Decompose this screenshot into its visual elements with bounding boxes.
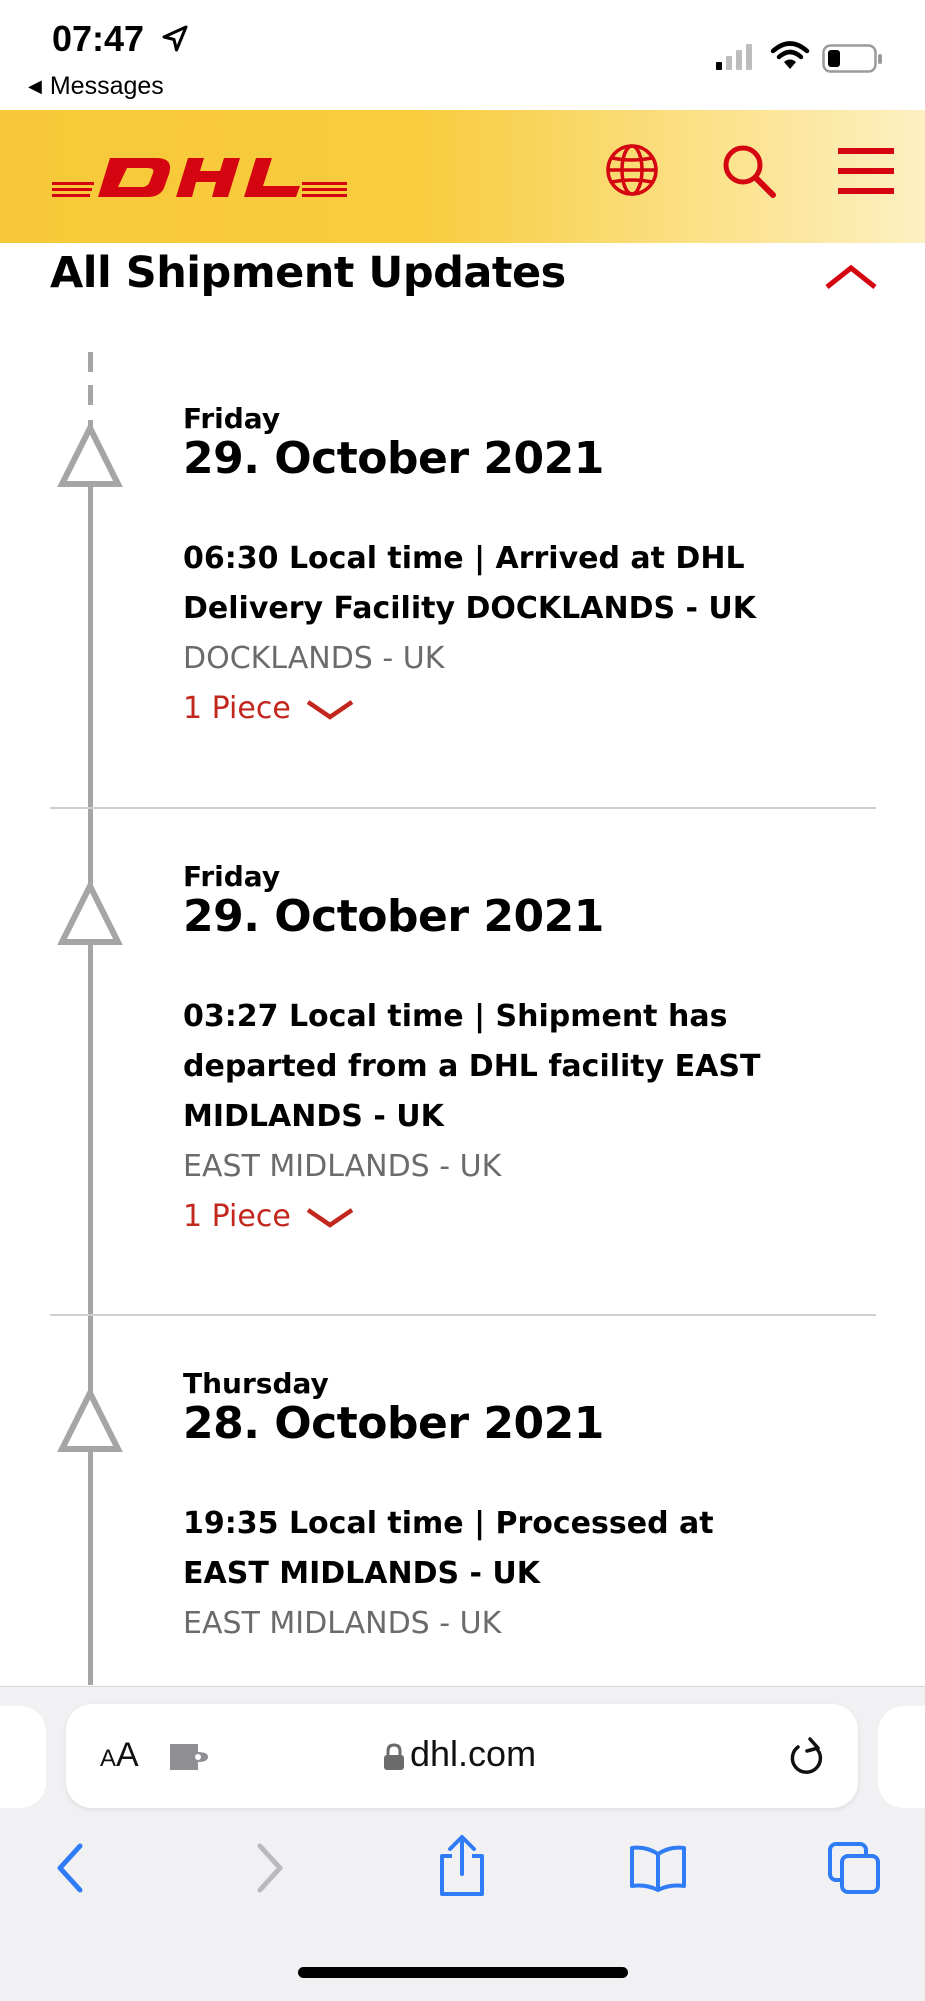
site-header <box>0 110 925 243</box>
pieces-toggle[interactable]: 1 Piece <box>183 684 803 734</box>
section-title: All Shipment Updates <box>50 248 566 298</box>
back-app-label: Messages <box>49 72 164 100</box>
status-bar: 07:47 ◀ Messages <box>0 0 925 110</box>
pieces-toggle[interactable]: 1 Piece <box>183 1192 803 1242</box>
timeline-dash <box>88 352 93 372</box>
menu-icon[interactable] <box>838 146 894 196</box>
event-description: 06:30 Local time | Arrived at DHL Delive… <box>183 541 757 626</box>
back-to-app-link[interactable]: ◀ Messages <box>28 72 164 101</box>
timeline-marker-icon <box>57 880 123 945</box>
extension-icon[interactable] <box>168 1740 210 1774</box>
globe-icon[interactable] <box>604 142 660 198</box>
pieces-label: 1 Piece <box>183 1199 291 1234</box>
status-time: 07:47 <box>52 18 145 59</box>
back-icon[interactable] <box>52 1840 88 1896</box>
event-location: EAST MIDLANDS - UK <box>183 1606 502 1641</box>
back-triangle-icon: ◀ <box>28 76 42 96</box>
tabs-icon[interactable] <box>826 1840 882 1896</box>
event-location: DOCKLANDS - UK <box>183 641 445 676</box>
battery-icon <box>822 44 882 73</box>
url-text[interactable]: dhl.com <box>410 1733 536 1775</box>
event-date: 29. October 2021 <box>183 433 604 484</box>
previous-tab-card[interactable] <box>0 1706 46 1808</box>
shipment-event: Friday 29. October 2021 03:27 Local time… <box>183 860 803 1242</box>
location-arrow-icon <box>162 25 188 52</box>
timeline-line <box>88 420 93 1685</box>
search-icon[interactable] <box>720 142 778 200</box>
shipment-event: Friday 29. October 2021 06:30 Local time… <box>183 402 803 734</box>
event-weekday: Thursday <box>183 1367 329 1400</box>
event-description: 19:35 Local time | Processed at EAST MID… <box>183 1506 714 1591</box>
event-weekday: Friday <box>183 402 281 435</box>
shipment-event: Thursday 28. October 2021 19:35 Local ti… <box>183 1367 803 1649</box>
lock-icon <box>384 1743 404 1770</box>
chevron-down-icon <box>306 1208 354 1228</box>
event-date: 28. October 2021 <box>183 1398 604 1449</box>
pieces-label: 1 Piece <box>183 691 291 726</box>
event-date: 29. October 2021 <box>183 891 604 942</box>
reload-icon[interactable] <box>786 1736 826 1778</box>
chevron-down-icon <box>306 700 354 720</box>
event-weekday: Friday <box>183 860 281 893</box>
event-description: 03:27 Local time | Shipment has departed… <box>183 999 761 1134</box>
timeline-marker-icon <box>57 422 123 487</box>
home-indicator[interactable] <box>298 1967 628 1978</box>
dhl-logo[interactable] <box>52 154 347 200</box>
next-tab-card[interactable] <box>878 1706 925 1808</box>
forward-icon[interactable] <box>252 1840 288 1896</box>
wifi-icon <box>770 41 810 69</box>
text-size-small-a: A <box>100 1745 117 1772</box>
cellular-signal-icon <box>716 44 752 70</box>
event-divider <box>50 1314 876 1316</box>
bookmarks-icon[interactable] <box>628 1844 688 1892</box>
timeline-dash <box>88 385 93 405</box>
event-divider <box>50 807 876 809</box>
text-size-button[interactable]: AA <box>100 1736 139 1775</box>
share-icon[interactable] <box>436 1834 488 1898</box>
chevron-up-icon[interactable] <box>824 262 878 292</box>
event-location: EAST MIDLANDS - UK <box>183 1149 502 1184</box>
text-size-big-a: A <box>116 1736 139 1774</box>
timeline-marker-icon <box>57 1387 123 1452</box>
